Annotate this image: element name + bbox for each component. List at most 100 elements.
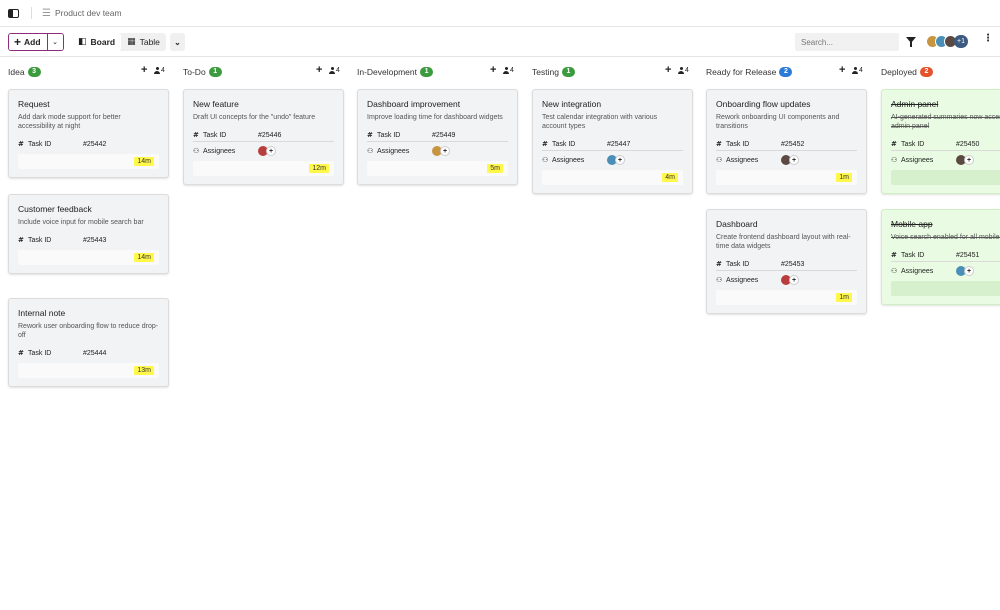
hash-icon: # (193, 131, 199, 139)
hash-icon: # (716, 260, 722, 268)
search-input[interactable] (795, 33, 899, 51)
add-assignee-plus-icon[interactable]: + (266, 146, 276, 156)
extra-members-count: +1 (954, 35, 968, 48)
task-id-field: # Task ID #25453 (716, 258, 857, 270)
card-title: Mobile app (891, 219, 933, 229)
task-id-value: #25451 (956, 251, 980, 259)
add-button[interactable]: + Add (9, 34, 47, 50)
add-assignee-plus-icon[interactable]: + (440, 146, 450, 156)
task-id-field: # Task ID #25444 (18, 347, 159, 359)
assignees-label: Assignees (552, 156, 585, 164)
card-description: Draft UI concepts for the "undo" feature (193, 114, 316, 121)
card[interactable]: Mobile app Voice search enabled for all … (881, 209, 1000, 305)
column-count-badge: 3 (27, 66, 41, 77)
task-id-field: # Task ID #25449 (367, 129, 508, 141)
more-vertical-icon[interactable]: ⋮ (983, 34, 993, 44)
card-title: Onboarding flow updates (716, 99, 811, 109)
card-title: Dashboard (716, 219, 758, 229)
assignees-label: Assignees (901, 267, 934, 275)
column-users[interactable]: 4 (154, 67, 165, 74)
time-chip: 5m (487, 164, 503, 173)
card-description: Create frontend dashboard layout with re… (716, 234, 851, 250)
column-header: To-Do 1 + 4 (175, 58, 341, 85)
column-users[interactable]: 4 (503, 67, 514, 74)
task-id-label: Task ID (203, 131, 227, 139)
card[interactable]: Internal note Rework user onboarding flo… (8, 298, 169, 387)
view-dropdown-chevron-down-icon[interactable]: ⌄ (170, 33, 185, 51)
column-users[interactable]: 4 (329, 67, 340, 74)
card-description: Add dark mode support for better accessi… (18, 114, 121, 130)
column-count-badge: 2 (919, 66, 933, 77)
kanban-board: Idea 3 + 4 Request Add dark mode support… (0, 58, 1000, 610)
assignees-label: Assignees (203, 147, 236, 155)
column-count-badge: 1 (561, 66, 575, 77)
time-tracker: 14m (18, 250, 159, 265)
top-bar: ☰ Product dev team (0, 0, 1000, 27)
card[interactable]: Customer feedback Include voice input fo… (8, 194, 169, 274)
card-title: Internal note (18, 308, 66, 318)
card[interactable]: New feature Draft UI concepts for the "u… (183, 89, 344, 185)
column-users[interactable]: 4 (852, 67, 863, 74)
time-chip: 1m (836, 293, 852, 302)
card[interactable]: Dashboard improvement Improve loading ti… (357, 89, 518, 185)
assignees-label: Assignees (726, 276, 759, 284)
sidebar-toggle-icon[interactable] (8, 8, 19, 18)
column-user-count: 4 (336, 67, 340, 74)
team-name[interactable]: Product dev team (55, 8, 122, 18)
add-assignee-plus-icon[interactable]: + (964, 266, 974, 276)
add-card-plus-icon[interactable]: + (839, 65, 845, 76)
column-users[interactable]: 4 (678, 67, 689, 74)
toolbar: + Add ⌄ ◧ Board ▦ Table ⌄ +1 ⋮ (0, 28, 1000, 57)
card[interactable]: Admin panel AI-generated summaries now a… (881, 89, 1000, 194)
assignees-field: ⚇ Assignees + (193, 145, 334, 157)
card[interactable]: Onboarding flow updates Rework onboardin… (706, 89, 867, 194)
column-header: Idea 3 + 4 (0, 58, 166, 85)
add-card-plus-icon[interactable]: + (316, 65, 322, 76)
task-id-field: # Task ID #25452 (716, 138, 857, 150)
add-card-plus-icon[interactable]: + (141, 65, 147, 76)
card[interactable]: Dashboard Create frontend dashboard layo… (706, 209, 867, 314)
column-user-count: 4 (859, 67, 863, 74)
board-label: Board (90, 37, 116, 47)
board-icon: ◧ (78, 37, 87, 47)
card[interactable]: Request Add dark mode support for better… (8, 89, 169, 178)
task-id-value: #25444 (83, 349, 107, 357)
people-icon: ⚇ (891, 156, 898, 164)
add-assignee-plus-icon[interactable]: + (964, 155, 974, 165)
card-title: Dashboard improvement (367, 99, 461, 109)
card-title: Request (18, 99, 50, 109)
card-title: New integration (542, 99, 602, 109)
task-id-field: # Task ID #25451 (891, 249, 1000, 261)
table-icon: ▦ (127, 37, 136, 47)
hash-icon: # (891, 140, 897, 148)
card-description: Voice search enabled for all mobile user… (891, 234, 1000, 241)
hash-icon: # (18, 236, 24, 244)
column-user-count: 4 (510, 67, 514, 74)
users-icon (852, 67, 858, 74)
task-id-label: Task ID (726, 140, 750, 148)
card-title: Customer feedback (18, 204, 92, 214)
add-dropdown-chevron-down-icon[interactable]: ⌄ (46, 34, 63, 50)
add-card-plus-icon[interactable]: + (490, 65, 496, 76)
card[interactable]: New integration Test calendar integratio… (532, 89, 693, 194)
add-assignee-plus-icon[interactable]: + (789, 155, 799, 165)
assignees-field: ⚇ Assignees + (891, 154, 1000, 166)
task-id-value: #25453 (781, 260, 805, 268)
tab-board[interactable]: ◧ Board (72, 33, 122, 51)
column-ready-for-release: Ready for Release 2 + 4 Onboarding flow … (698, 58, 867, 314)
add-card-plus-icon[interactable]: + (665, 65, 671, 76)
task-id-label: Task ID (901, 251, 925, 259)
add-button-group: + Add ⌄ (8, 33, 64, 51)
time-chip: 14m (134, 157, 154, 166)
add-assignee-plus-icon[interactable]: + (615, 155, 625, 165)
filter-icon[interactable] (906, 37, 916, 47)
member-avatars[interactable]: +1 (926, 35, 968, 48)
add-assignee-plus-icon[interactable]: + (789, 275, 799, 285)
column-idea: Idea 3 + 4 Request Add dark mode support… (0, 58, 169, 387)
time-tracker: 14m (18, 154, 159, 169)
column-to-do: To-Do 1 + 4 New feature Draft UI concept… (175, 58, 344, 185)
hash-icon: # (18, 349, 24, 357)
card-title: Admin panel (891, 99, 939, 109)
column-header: Deployed 2 (873, 58, 1000, 85)
tab-table[interactable]: ▦ Table (121, 33, 166, 51)
